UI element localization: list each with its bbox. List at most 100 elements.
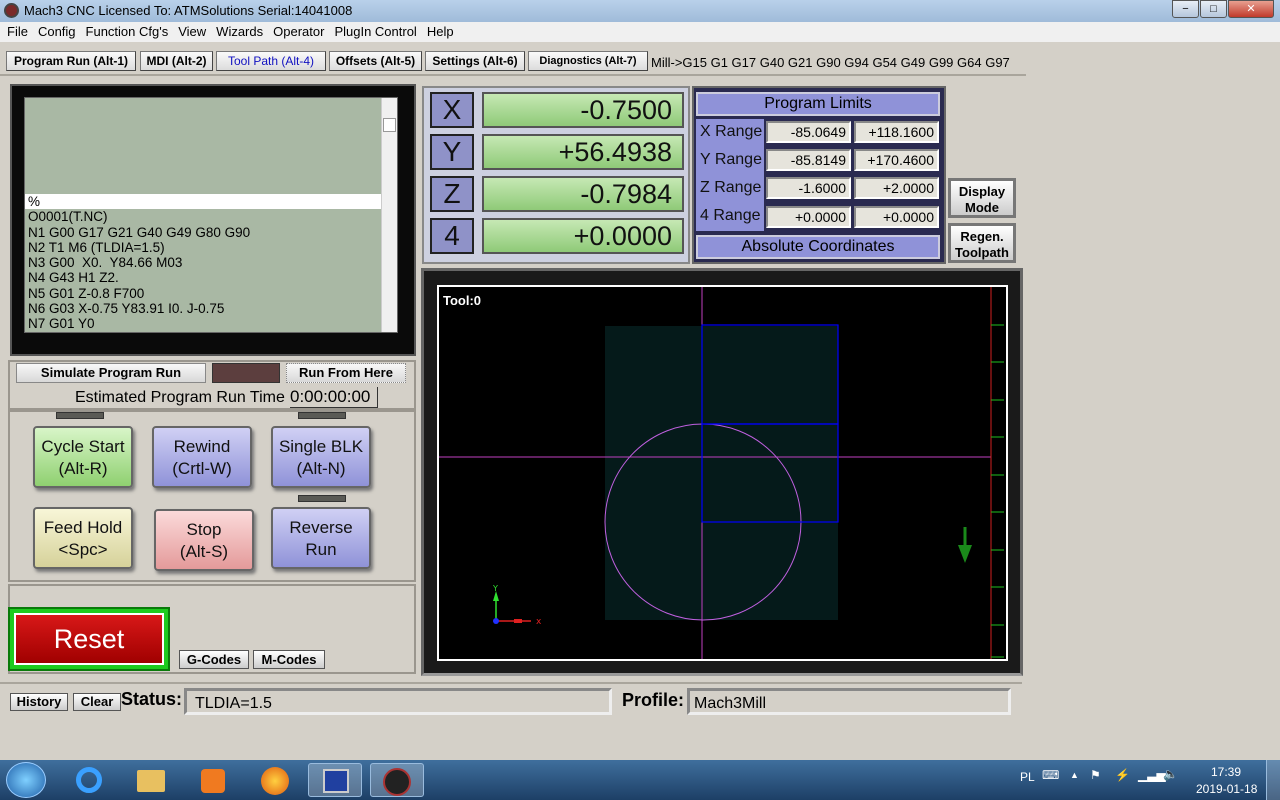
title-bar: Mach3 CNC Licensed To: ATMSolutions Seri…: [0, 0, 1280, 22]
label: Display: [958, 184, 1006, 199]
tab-program-run[interactable]: Program Run (Alt-1): [6, 51, 136, 71]
axis-y-label[interactable]: Y: [430, 134, 474, 170]
firefox-icon[interactable]: [248, 763, 302, 797]
x-range-min: -85.0649: [766, 121, 851, 143]
4-range-min: +0.0000: [766, 206, 851, 228]
4-range-label: 4 Range: [700, 207, 761, 224]
menu-file[interactable]: File: [2, 22, 33, 42]
tab-mdi[interactable]: MDI (Alt-2): [140, 51, 213, 71]
label: (Alt-R): [58, 459, 108, 478]
m-codes-button[interactable]: M-Codes: [253, 650, 325, 669]
menu-bar: File Config Function Cfg's View Wizards …: [0, 22, 1280, 42]
clock-date[interactable]: 2019-01-18: [1196, 782, 1257, 796]
absolute-coordinates-label[interactable]: Absolute Coordinates: [696, 235, 940, 259]
dro-z[interactable]: -0.7984: [482, 176, 684, 212]
y-range-max: +170.4600: [854, 149, 939, 171]
axis-4-label[interactable]: 4: [430, 218, 474, 254]
save-floppy-icon[interactable]: [308, 763, 362, 797]
label: Mode: [965, 200, 999, 215]
gcode-line[interactable]: %: [25, 194, 397, 210]
stock-area: [605, 326, 838, 620]
axis-triad-icon: Y x: [492, 584, 542, 627]
gcode-line[interactable]: N7 G01 Y0: [25, 316, 397, 331]
volume-icon[interactable]: 🔈: [1163, 767, 1178, 781]
label: Stop: [186, 520, 222, 539]
display-mode-button[interactable]: Display Mode: [948, 178, 1016, 218]
feed-hold-button[interactable]: Feed Hold <Spc>: [33, 507, 133, 569]
stop-button[interactable]: Stop (Alt-S): [154, 509, 254, 571]
g-codes-button[interactable]: G-Codes: [179, 650, 249, 669]
minimize-button[interactable]: −: [1172, 0, 1199, 18]
gcode-line[interactable]: N3 G00 X0. Y84.66 M03: [25, 255, 397, 270]
close-button[interactable]: ✕: [1228, 0, 1274, 18]
toolpath-viewport[interactable]: Tool:0 Y x: [437, 285, 1008, 661]
tab-diagnostics[interactable]: Diagnostics (Alt-7): [528, 51, 648, 71]
rewind-button[interactable]: Rewind (Crtl-W): [152, 426, 252, 488]
regen-toolpath-button[interactable]: Regen. Toolpath: [948, 223, 1016, 263]
label: Run: [305, 540, 337, 559]
gcode-line[interactable]: N2 T1 M6 (TLDIA=1.5): [25, 240, 397, 255]
window-title: Mach3 CNC Licensed To: ATMSolutions Seri…: [24, 3, 353, 18]
dro-4[interactable]: +0.0000: [482, 218, 684, 254]
reset-label: Reset: [14, 613, 164, 665]
clock-time[interactable]: 17:39: [1211, 765, 1241, 779]
power-icon[interactable]: ⚡: [1115, 768, 1130, 782]
menu-help[interactable]: Help: [422, 22, 459, 42]
estimated-run-time-value: 0:00:00:00: [290, 387, 378, 408]
tab-offsets[interactable]: Offsets (Alt-5): [329, 51, 422, 71]
internet-explorer-icon[interactable]: [62, 763, 116, 797]
status-label: Status:: [121, 689, 183, 709]
media-player-icon[interactable]: [186, 763, 240, 797]
menu-operator[interactable]: Operator: [268, 22, 329, 42]
menu-function-cfgs[interactable]: Function Cfg's: [81, 22, 174, 42]
z-range-max: +2.0000: [854, 177, 939, 199]
gcode-line[interactable]: N5 G01 Z-0.8 F700: [25, 286, 397, 301]
tab-settings[interactable]: Settings (Alt-6): [425, 51, 525, 71]
network-signal-icon[interactable]: ▁▃▅: [1138, 768, 1166, 782]
menu-config[interactable]: Config: [33, 22, 81, 42]
modal-codes: Mill->G15 G1 G17 G40 G21 G90 G94 G54 G49…: [651, 55, 1010, 70]
dro-y[interactable]: +56.4938: [482, 134, 684, 170]
language-indicator[interactable]: PL: [1020, 770, 1035, 784]
reverse-run-led: [298, 495, 346, 502]
label: (Crtl-W): [172, 459, 232, 478]
run-from-here-button[interactable]: Run From Here: [286, 363, 406, 383]
simulate-program-run-button[interactable]: Simulate Program Run: [16, 363, 206, 383]
start-button[interactable]: [6, 762, 46, 798]
menu-wizards[interactable]: Wizards: [211, 22, 268, 42]
scroll-thumb[interactable]: [383, 118, 396, 132]
clear-button[interactable]: Clear: [73, 693, 121, 711]
label: (Alt-N): [296, 459, 346, 478]
show-desktop-button[interactable]: [1266, 760, 1280, 800]
gcode-listing[interactable]: % O0001(T.NC) N1 G00 G17 G21 G40 G49 G80…: [24, 97, 398, 333]
keyboard-icon[interactable]: ⌨: [1042, 768, 1059, 782]
cycle-start-button[interactable]: Cycle Start (Alt-R): [33, 426, 133, 488]
dro-x[interactable]: -0.7500: [482, 92, 684, 128]
tab-tool-path[interactable]: Tool Path (Alt-4): [216, 51, 326, 71]
axis-x-label[interactable]: X: [430, 92, 474, 128]
axis-z-label[interactable]: Z: [430, 176, 474, 212]
single-blk-button[interactable]: Single BLK (Alt-N): [271, 426, 371, 488]
history-button[interactable]: History: [10, 693, 68, 711]
action-center-flag-icon[interactable]: ⚑: [1090, 768, 1101, 782]
gcode-line[interactable]: O0001(T.NC): [25, 209, 397, 224]
mach3-taskbar-icon[interactable]: [370, 763, 424, 797]
reset-button[interactable]: Reset: [8, 607, 170, 671]
gcode-scrollbar[interactable]: [381, 98, 397, 332]
show-hidden-icons-icon[interactable]: ▲: [1070, 770, 1079, 780]
maximize-button[interactable]: □: [1200, 0, 1227, 18]
label: Regen.: [960, 229, 1004, 244]
x-range-label: X Range: [700, 123, 763, 140]
gcode-line[interactable]: N1 G00 G17 G21 G40 G49 G80 G90: [25, 225, 397, 240]
gcode-line[interactable]: N6 G03 X-0.75 Y83.91 I0. J-0.75: [25, 301, 397, 316]
z-direction-arrow-icon: [958, 527, 972, 563]
reverse-run-button[interactable]: Reverse Run: [271, 507, 371, 569]
svg-text:x: x: [536, 617, 542, 627]
program-limits-title: Program Limits: [696, 92, 940, 116]
file-explorer-icon[interactable]: [124, 763, 178, 797]
z-ruler-ticks: [991, 324, 1004, 658]
menu-plugin-control[interactable]: PlugIn Control: [329, 22, 421, 42]
gcode-line[interactable]: N4 G43 H1 Z2.: [25, 270, 397, 285]
z-range-min: -1.6000: [766, 177, 851, 199]
menu-view[interactable]: View: [173, 22, 211, 42]
